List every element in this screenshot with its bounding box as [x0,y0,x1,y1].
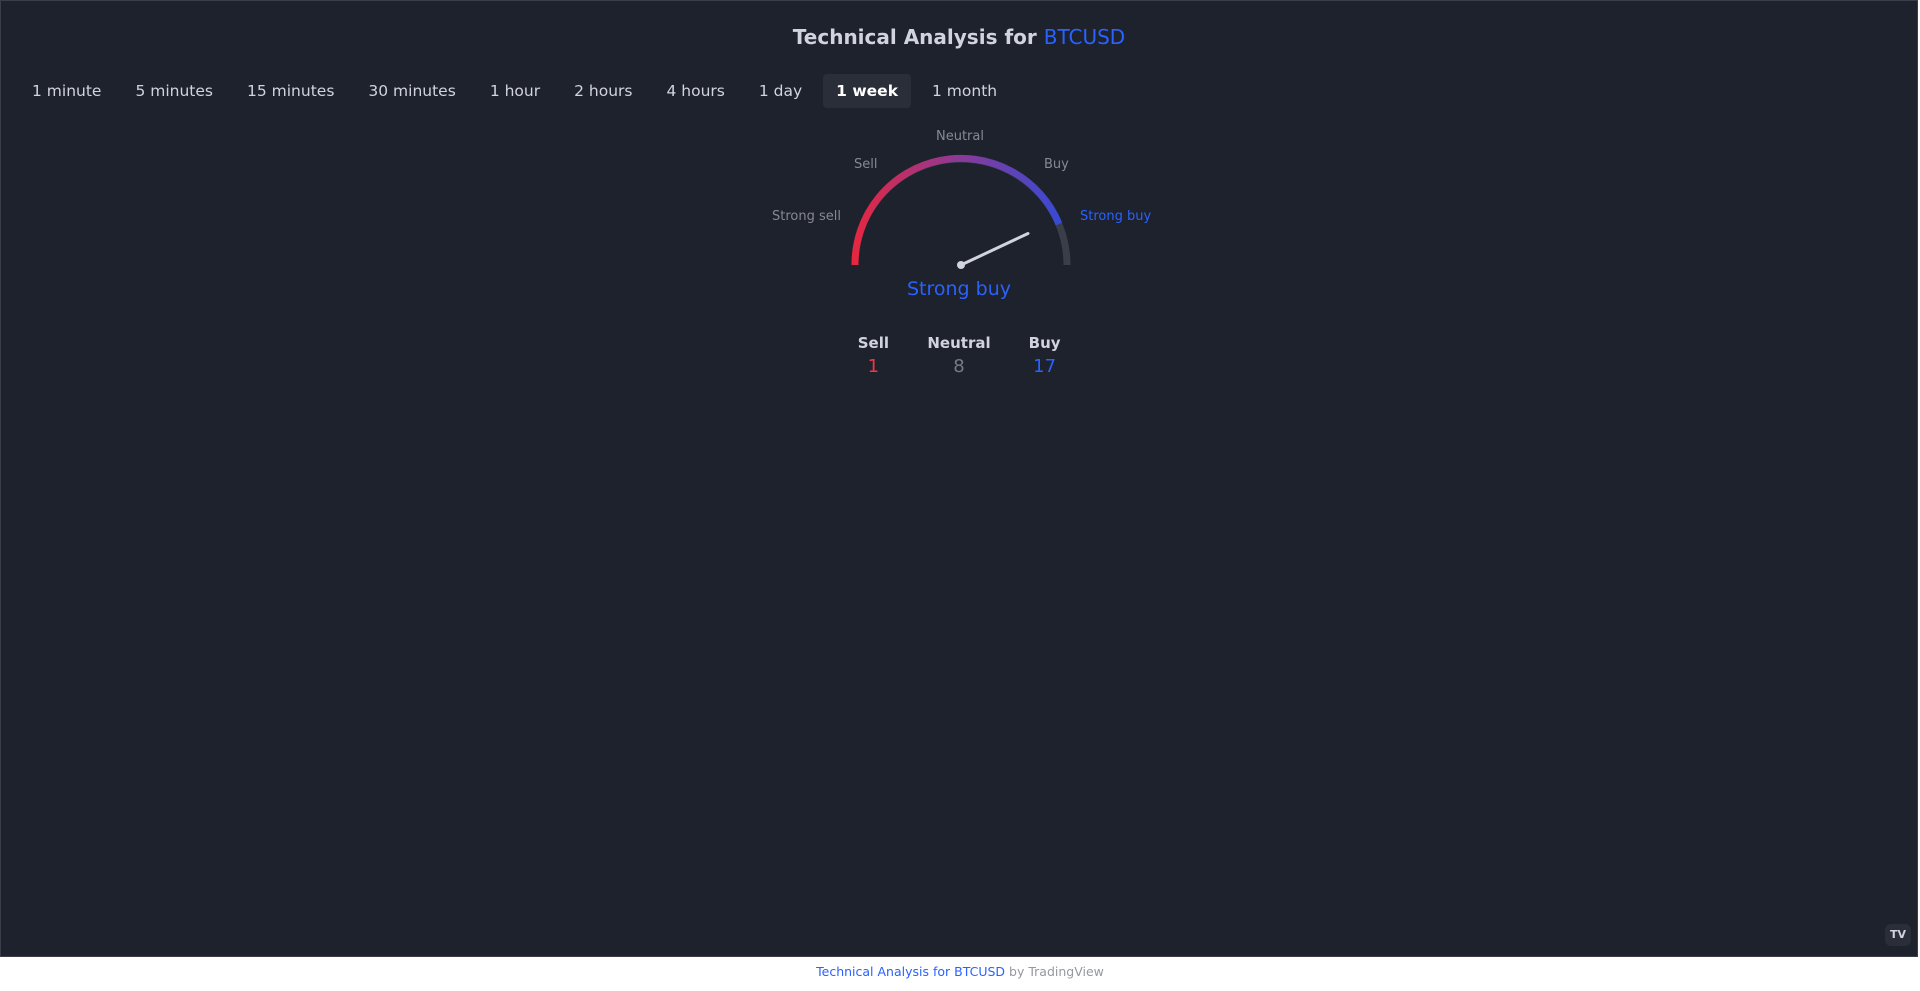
count-sell-value: 1 [867,356,880,377]
technical-analysis-widget: Technical Analysis for BTCUSD 1 minute 5… [0,0,1918,957]
count-sell-label: Sell [857,334,889,352]
gauge-needle-pivot [957,261,965,269]
rating-verdict: Strong buy [906,278,1012,300]
gauge-label-buy: Buy [1044,157,1069,172]
gauge-arc-fill [851,154,1063,266]
tradingview-logo-icon[interactable]: TV [1885,924,1911,946]
footer-attribution: Technical Analysis for BTCUSD by Trading… [0,964,1920,979]
gauge-label-strong-sell: Strong sell [772,209,841,224]
gauge-label-strong-buy: Strong buy [1080,209,1152,224]
gauge-label-neutral: Neutral [936,129,984,144]
count-buy-label: Buy [1028,334,1061,352]
count-neutral: Neutral 8 [927,332,990,380]
signal-counts: Sell 1 Neutral 8 Buy 17 [1,332,1917,380]
count-sell: Sell 1 [853,332,893,380]
gauge-track [851,155,1071,266]
gauge-needle [959,232,1030,267]
footer-by-text: by TradingView [1005,964,1104,979]
count-neutral-label: Neutral [927,334,991,352]
count-buy: Buy 17 [1025,332,1065,380]
count-buy-value: 17 [1033,356,1057,377]
footer-link[interactable]: Technical Analysis for BTCUSD [816,964,1005,979]
count-neutral-value: 8 [953,356,965,377]
gauge-svg [851,154,1071,269]
gauge-label-sell: Sell [854,157,878,172]
